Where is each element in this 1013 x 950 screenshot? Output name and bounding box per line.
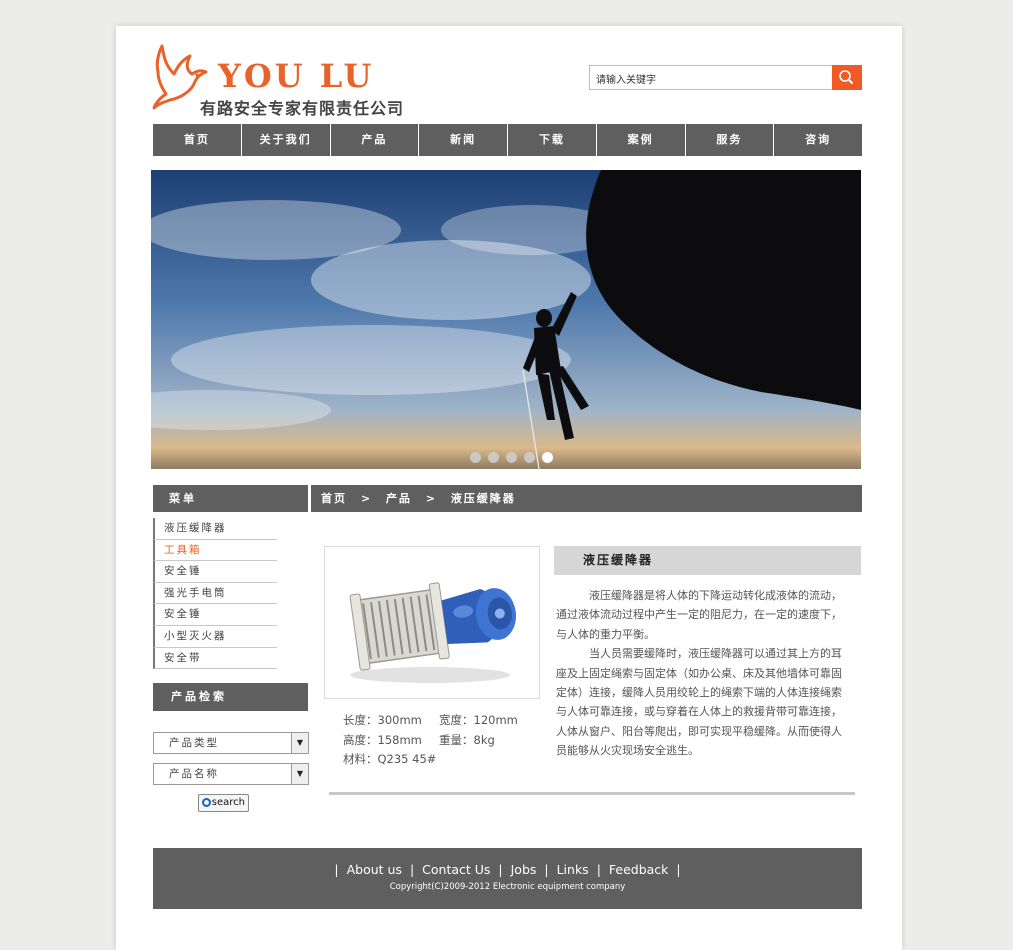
search-icon bbox=[839, 70, 854, 85]
footer-link-about[interactable]: About us bbox=[347, 862, 402, 877]
slider-dots bbox=[470, 452, 553, 463]
nav-cases[interactable]: 案例 bbox=[597, 124, 686, 156]
slider-dot[interactable] bbox=[506, 452, 517, 463]
footer-separator: | bbox=[334, 862, 339, 877]
menu-item[interactable]: 小型灭火器 bbox=[153, 625, 277, 648]
spec-width: 宽度：120mm bbox=[439, 713, 518, 727]
copyright: Copyright(C)2009-2012 Electronic equipme… bbox=[389, 882, 626, 892]
company-name: 有路安全专家有限责任公司 bbox=[200, 99, 405, 118]
main-nav: 首页 关于我们 产品 新闻 下载 案例 服务 咨询 bbox=[153, 124, 862, 156]
dropdown-arrow-icon[interactable]: ▼ bbox=[291, 733, 308, 753]
breadcrumb-current: 液压缓降器 bbox=[450, 492, 516, 505]
product-description: 液压缓降器是将人体的下降运动转化成液体的流动，通过液体流动过程中产生一定的阻尼力… bbox=[556, 586, 848, 761]
footer-link-contact[interactable]: Contact Us bbox=[422, 862, 490, 877]
product-title: 液压缓降器 bbox=[554, 546, 861, 575]
spec-weight: 重量：8kg bbox=[439, 732, 495, 747]
footer-link-feedback[interactable]: Feedback bbox=[609, 862, 669, 877]
menu-item[interactable]: 强光手电筒 bbox=[153, 582, 277, 605]
footer-link-jobs[interactable]: Jobs bbox=[511, 862, 537, 877]
breadcrumb-separator: > bbox=[360, 492, 373, 505]
menu-title: 菜单 bbox=[153, 485, 308, 512]
footer-links: | About us | Contact Us | Jobs | Links |… bbox=[153, 862, 862, 877]
climber-banner-image bbox=[151, 170, 861, 469]
product-name-select[interactable]: 产品名称 ▼ bbox=[153, 763, 309, 785]
dropdown-arrow-icon[interactable]: ▼ bbox=[291, 764, 308, 784]
menu-item[interactable]: 安全锤 bbox=[153, 561, 277, 583]
content-divider bbox=[329, 792, 855, 795]
nav-about[interactable]: 关于我们 bbox=[242, 124, 331, 156]
breadcrumb-section[interactable]: 产品 bbox=[386, 492, 412, 505]
magnifier-icon bbox=[202, 798, 211, 807]
footer-separator: | bbox=[596, 862, 601, 877]
description-paragraph: 当人员需要缓降时，液压缓降器可以通过其上方的耳座及上固定绳索与固定体（如办公桌、… bbox=[556, 647, 842, 758]
nav-consult[interactable]: 咨询 bbox=[774, 124, 862, 156]
product-search-title: 产品检索 bbox=[153, 683, 308, 711]
nav-download[interactable]: 下载 bbox=[508, 124, 597, 156]
breadcrumb: 首页 > 产品 > 液压缓降器 bbox=[311, 485, 862, 512]
product-specs: 长度：300mm 宽度：120mm 高度：158mm 重量：8kg 材料：Q23… bbox=[343, 711, 518, 770]
product-type-label: 产品类型 bbox=[169, 737, 219, 749]
description-paragraph: 液压缓降器是将人体的下降运动转化成液体的流动，通过液体流动过程中产生一定的阻尼力… bbox=[556, 589, 842, 641]
menu-item[interactable]: 液压缓降器 bbox=[153, 518, 277, 540]
nav-home[interactable]: 首页 bbox=[153, 124, 242, 156]
footer-separator: | bbox=[544, 862, 549, 877]
breadcrumb-separator: > bbox=[425, 492, 437, 505]
search-input[interactable]: 请输入关键字 bbox=[589, 65, 833, 90]
menu-item-active[interactable]: 工具箱 bbox=[153, 539, 277, 562]
footer-separator: | bbox=[676, 862, 681, 877]
slider-dot[interactable] bbox=[524, 452, 535, 463]
slider-dot-active[interactable] bbox=[542, 452, 553, 463]
search-button[interactable] bbox=[832, 65, 862, 90]
product-name-label: 产品名称 bbox=[169, 768, 219, 780]
descent-device-image bbox=[349, 582, 517, 683]
footer-separator: | bbox=[498, 862, 503, 877]
spec-height: 高度：158mm bbox=[343, 732, 422, 747]
slider-dot[interactable] bbox=[470, 452, 481, 463]
hero-banner bbox=[151, 170, 861, 469]
menu-item[interactable]: 安全锤 bbox=[153, 604, 277, 626]
product-type-select[interactable]: 产品类型 ▼ bbox=[153, 732, 309, 754]
footer-separator: | bbox=[409, 862, 415, 877]
menu-item[interactable]: 安全带 bbox=[153, 647, 277, 670]
breadcrumb-home[interactable]: 首页 bbox=[321, 492, 347, 505]
footer-link-links[interactable]: Links bbox=[557, 862, 589, 877]
side-search-button[interactable]: search bbox=[198, 794, 249, 812]
spec-length: 长度：300mm bbox=[343, 713, 422, 727]
product-image bbox=[324, 546, 540, 699]
slider-dot[interactable] bbox=[488, 452, 499, 463]
brand-name: YOU LU bbox=[218, 57, 375, 95]
footer: | About us | Contact Us | Jobs | Links |… bbox=[153, 848, 862, 909]
side-search-label: search bbox=[211, 797, 245, 808]
nav-service[interactable]: 服务 bbox=[686, 124, 775, 156]
side-menu: 液压缓降器 工具箱 安全锤 强光手电筒 安全锤 小型灭火器 安全带 bbox=[153, 518, 277, 670]
nav-products[interactable]: 产品 bbox=[331, 124, 420, 156]
spec-material: 材料：Q235 45# bbox=[343, 752, 437, 766]
nav-news[interactable]: 新闻 bbox=[419, 124, 508, 156]
